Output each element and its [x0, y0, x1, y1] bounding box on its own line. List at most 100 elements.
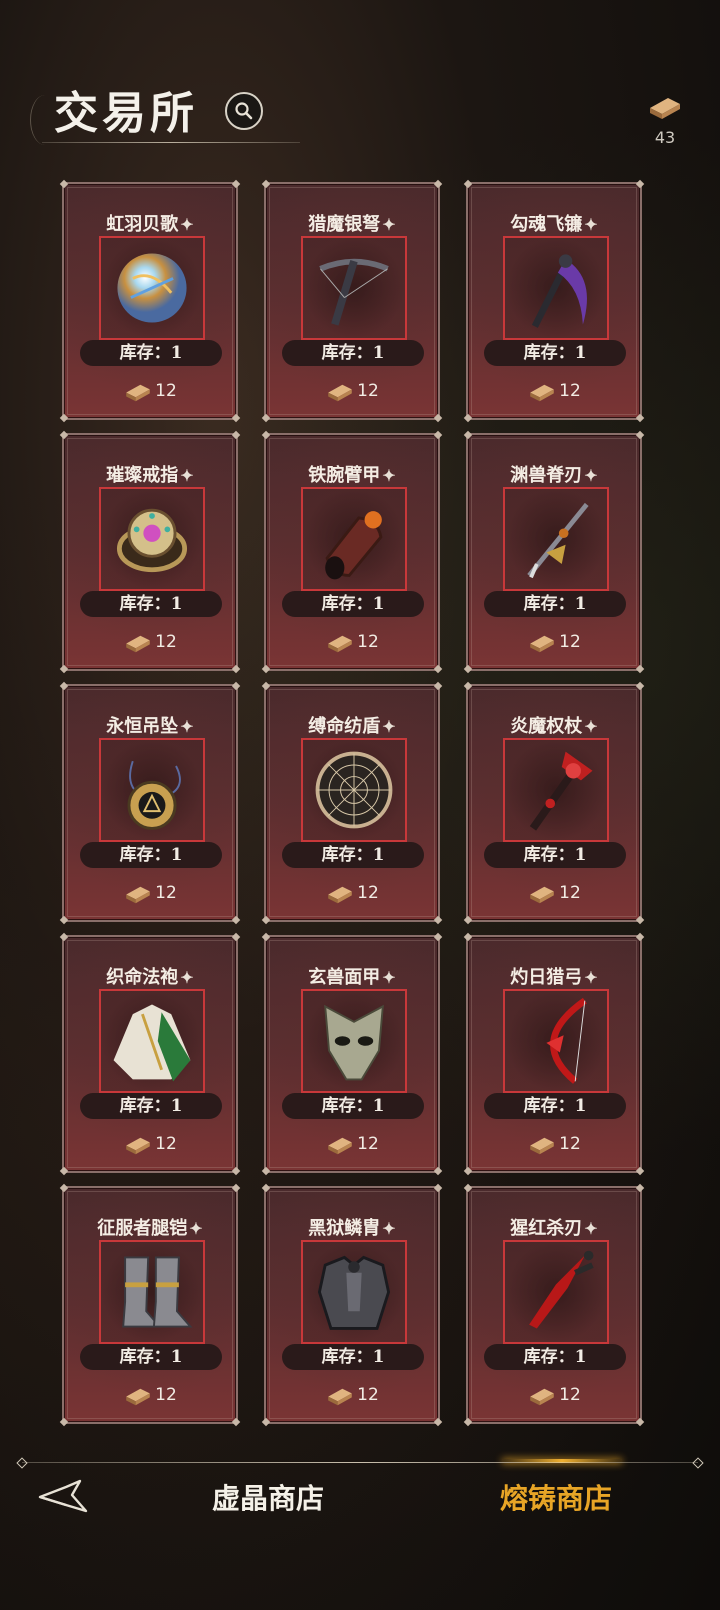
item-stock: 库存：1 — [282, 591, 424, 617]
iridescent-orb-icon — [117, 253, 187, 323]
card-corner — [59, 1417, 69, 1427]
item-price: 12 — [266, 882, 438, 904]
item-name-text: 玄兽面甲 — [308, 967, 381, 988]
item-price: 12 — [64, 1384, 236, 1406]
item-price: 12 — [468, 882, 640, 904]
card-corner — [433, 1166, 443, 1176]
item-card[interactable]: 铁腕臂甲 ✦ 库存：1 12 — [261, 430, 443, 674]
item-card[interactable]: 猎魔银弩 ✦ 库存：1 12 — [261, 179, 443, 423]
card-corner — [261, 664, 271, 674]
page-title: 交易所 — [54, 88, 198, 139]
card-corner — [261, 179, 271, 189]
item-price-value: 12 — [559, 381, 581, 401]
item-card[interactable]: 勾魂飞镰 ✦ 库存：1 12 — [463, 179, 645, 423]
item-name: 勾魂飞镰 ✦ — [468, 210, 640, 236]
item-image-frame — [503, 487, 609, 591]
card-corner — [59, 681, 69, 691]
item-card[interactable]: 织命法袍 ✦ 库存：1 12 — [59, 932, 241, 1176]
item-card[interactable]: 璀璨戒指 ✦ 库存：1 12 — [59, 430, 241, 674]
item-price-value: 12 — [155, 1385, 177, 1405]
item-stock: 库存：1 — [80, 591, 222, 617]
ingot-icon — [530, 635, 554, 653]
item-stock: 库存：1 — [282, 1093, 424, 1119]
item-price-value: 12 — [357, 1385, 379, 1405]
pendant-icon — [127, 760, 181, 830]
item-price-value: 12 — [155, 381, 177, 401]
item-stock: 库存：1 — [80, 842, 222, 868]
card-corner — [635, 430, 645, 440]
tab-forge-shop[interactable]: 熔铸商店 — [500, 1476, 612, 1522]
item-card[interactable]: 猩红杀刃 ✦ 库存：1 12 — [463, 1183, 645, 1427]
card-corner — [433, 413, 443, 423]
star-icon: ✦ — [382, 717, 396, 736]
search-icon — [235, 102, 253, 120]
ingot-icon — [126, 635, 150, 653]
item-price: 12 — [64, 631, 236, 653]
item-price: 12 — [468, 1133, 640, 1155]
item-stock: 库存：1 — [484, 1093, 626, 1119]
item-card[interactable]: 炎魔权杖 ✦ 库存：1 12 — [463, 681, 645, 925]
item-card[interactable]: 永恒吊坠 ✦ 库存：1 12 — [59, 681, 241, 925]
item-card[interactable]: 黑狱鳞胄 ✦ 库存：1 12 — [261, 1183, 443, 1427]
card-corner — [231, 664, 241, 674]
bottom-divider — [22, 1462, 698, 1463]
item-card[interactable]: 缚命纺盾 ✦ 库存：1 12 — [261, 681, 443, 925]
card-corner — [463, 430, 473, 440]
currency-display[interactable]: 43 — [640, 92, 690, 147]
item-stock: 库存：1 — [282, 842, 424, 868]
item-price-value: 12 — [559, 1134, 581, 1154]
item-name-text: 勾魂飞镰 — [510, 214, 583, 235]
item-name: 璀璨戒指 ✦ — [64, 461, 236, 487]
star-icon: ✦ — [584, 1219, 598, 1238]
item-image-frame — [503, 738, 609, 842]
card-corner — [231, 915, 241, 925]
item-card[interactable]: 征服者腿铠 ✦ 库存：1 12 — [59, 1183, 241, 1427]
search-button[interactable] — [225, 92, 263, 130]
card-corner — [433, 179, 443, 189]
card-corner — [635, 413, 645, 423]
star-icon: ✦ — [180, 717, 194, 736]
ingot-icon — [650, 98, 680, 119]
title-underline — [42, 142, 300, 143]
item-stock: 库存：1 — [484, 842, 626, 868]
card-corner — [433, 915, 443, 925]
back-button[interactable] — [36, 1475, 92, 1519]
bow-icon — [546, 997, 587, 1084]
card-corner — [231, 932, 241, 942]
item-card[interactable]: 灼日猎弓 ✦ 库存：1 12 — [463, 932, 645, 1176]
card-corner — [59, 179, 69, 189]
ingot-icon — [328, 886, 352, 904]
item-name-text: 璀璨戒指 — [106, 465, 179, 486]
card-corner — [463, 664, 473, 674]
card-corner — [231, 1166, 241, 1176]
item-image-frame — [301, 989, 407, 1093]
item-name: 炎魔权杖 ✦ — [468, 712, 640, 738]
item-card[interactable]: 虹羽贝歌 ✦ 库存：1 12 — [59, 179, 241, 423]
item-image-frame — [99, 487, 205, 591]
item-stock: 库存：1 — [282, 340, 424, 366]
item-price-value: 12 — [155, 1134, 177, 1154]
tab-crystal-shop[interactable]: 虚晶商店 — [212, 1476, 324, 1522]
item-name-text: 缚命纺盾 — [308, 716, 381, 737]
item-price-value: 12 — [155, 883, 177, 903]
item-price: 12 — [266, 1384, 438, 1406]
card-corner — [463, 1166, 473, 1176]
crossbow-icon — [319, 258, 389, 326]
card-corner — [635, 1183, 645, 1193]
item-price-value: 12 — [559, 883, 581, 903]
item-name-text: 织命法袍 — [106, 967, 179, 988]
mask-icon — [324, 1004, 384, 1081]
card-corner — [433, 1417, 443, 1427]
card-corner — [463, 1417, 473, 1427]
card-corner — [635, 179, 645, 189]
item-image-frame — [99, 236, 205, 340]
item-card[interactable]: 玄兽面甲 ✦ 库存：1 12 — [261, 932, 443, 1176]
item-name-text: 猩红杀刃 — [510, 1218, 583, 1239]
item-name-text: 虹羽贝歌 — [106, 214, 179, 235]
item-name-text: 铁腕臂甲 — [308, 465, 381, 486]
card-corner — [463, 915, 473, 925]
item-name: 缚命纺盾 ✦ — [266, 712, 438, 738]
item-card[interactable]: 渊兽脊刃 ✦ 库存：1 12 — [463, 430, 645, 674]
card-corner — [59, 664, 69, 674]
card-corner — [231, 413, 241, 423]
